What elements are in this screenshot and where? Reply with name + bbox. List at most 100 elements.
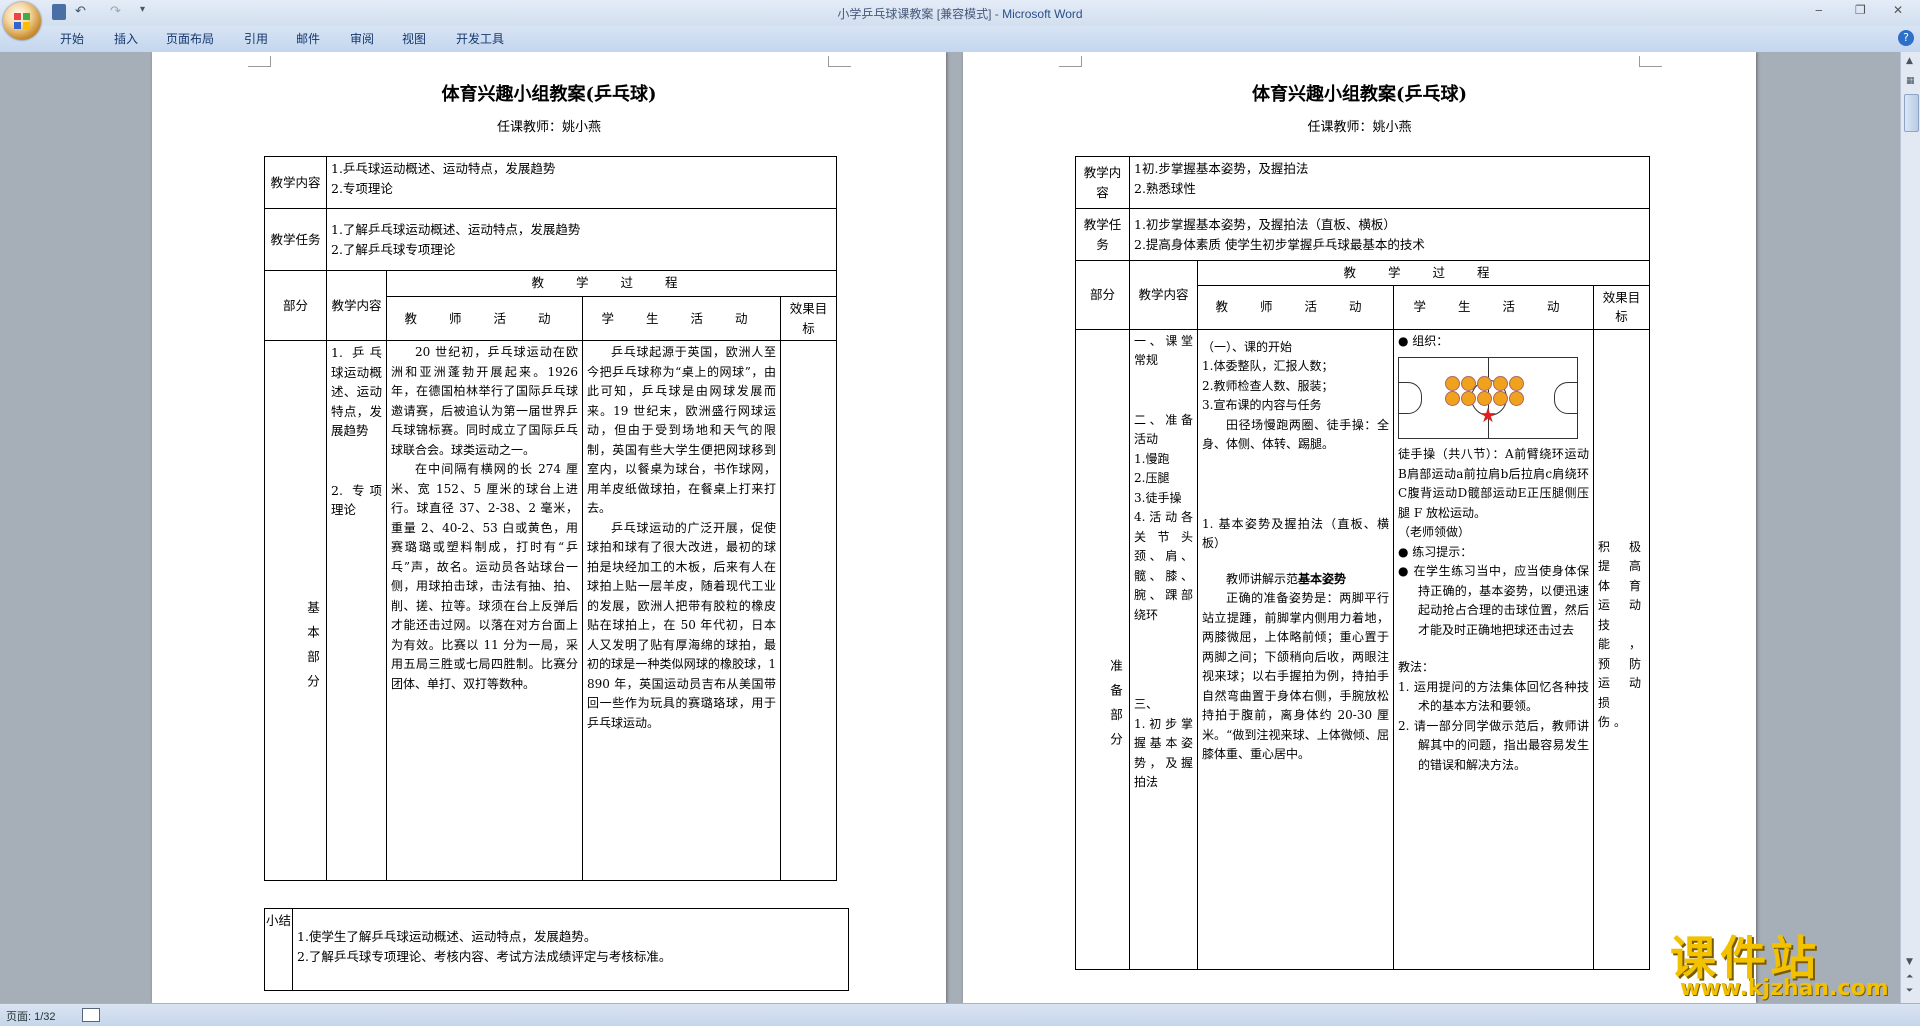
field-goal-area <box>1554 382 1578 414</box>
content-line: 1.乒乓球运动概述、运动特点，发展趋势 <box>331 161 556 176</box>
student-line: 1. 运用提问的方法集体回忆各种技术的基本方法和要领。 <box>1398 679 1589 714</box>
teacher-activity-header: 教 师 活 动 <box>386 296 583 341</box>
proofing-icon[interactable] <box>82 1008 100 1022</box>
content-label: 教学内容 <box>1075 156 1130 209</box>
teacher-line: 2.教师检查人数、服装； <box>1202 378 1334 393</box>
teacher-star-icon: ★ <box>1479 403 1497 427</box>
ruler-toggle-icon[interactable]: ▦ <box>1906 76 1915 86</box>
part-header: 部分 <box>264 270 327 341</box>
task-cell: 1.了解乒乓球运动概述、运动特点，发展趋势 2.了解乒乓球专项理论 <box>326 208 837 271</box>
student-line-text: 在学生练习当中，应当使身体保持正确的，基本姿势，以便迅速起动抢占合理的击球位置，… <box>1413 564 1589 637</box>
document-title: 小学乒乓球课教案 [兼容模式] - <box>837 7 1003 21</box>
student-ball-icon <box>1461 376 1476 391</box>
part-header: 部分 <box>1075 260 1130 330</box>
teacher-line: 田径场慢跑两圈、徒手操：全身、体侧、体转、踢腿。 <box>1202 417 1389 452</box>
ribbon-tabs: 开始 插入 页面布局 引用 邮件 审阅 视图 开发工具 ? <box>0 26 1920 53</box>
content-cell: 1.乒乓球运动概述、运动特点，发展趋势 2.专项理论 <box>326 156 837 209</box>
help-icon[interactable]: ? <box>1898 30 1914 46</box>
process-header-text: 教 学 过 程 <box>1343 265 1504 280</box>
content-cell: 1初.步掌握基本姿势，及握拍法 2.熟悉球性 <box>1129 156 1650 209</box>
content-item: 2. 专项理论 <box>331 482 382 518</box>
teacher-line-text: 教师讲解示范 <box>1226 571 1299 586</box>
content-line: 2.熟悉球性 <box>1134 180 1196 196</box>
effect-cell: 积极提高体育运动技能，预防运动损伤。 <box>1593 328 1650 970</box>
teacher-line: 1. 基本姿势及握拍法（直板、横板） <box>1202 516 1389 551</box>
content-item: 1.初步掌握基本姿势，及握拍法 <box>1134 716 1193 790</box>
summary-line: 2.了解乒乓球专项理论、考核内容、考试方法成绩评定与考核标准。 <box>297 948 672 964</box>
content-item: 三、 <box>1134 697 1159 711</box>
teacher-line: 教师讲解示范基本姿势 <box>1202 570 1389 590</box>
page-title: 体育兴趣小组教案(乒乓球) <box>1251 84 1468 105</box>
lesson-plan-table: 教学内容 1.乒乓球运动概述、运动特点，发展趋势 2.专项理论 教学任务 1.了… <box>264 156 837 881</box>
minimize-icon[interactable]: ‒ <box>1815 3 1823 17</box>
tab-view[interactable]: 视图 <box>402 30 426 47</box>
margin-corner <box>1059 56 1082 67</box>
summary-label: 小结 <box>264 908 293 991</box>
student-paragraph: 乒乓球运动的广泛开展，促使球拍和球有了很大改进，最初的球拍是块经加工的木板，后来… <box>587 520 776 730</box>
next-page-icon[interactable]: ⏷ <box>1906 986 1913 996</box>
tab-developer[interactable]: 开发工具 <box>456 30 504 47</box>
student-activity-header-text: 学 生 活 动 <box>1413 299 1574 315</box>
task-line: 2.了解乒乓球专项理论 <box>331 241 456 257</box>
student-line: 教法： <box>1398 660 1435 674</box>
teacher-activity-header: 教 师 活 动 <box>1197 284 1394 330</box>
student-ball-icon <box>1445 391 1460 406</box>
lesson-plan-table: 教学内容 1初.步掌握基本姿势，及握拍法 2.熟悉球性 教学任务 1.初步掌握基… <box>1075 156 1650 970</box>
teacher-name: 任课教师：姚小燕 <box>1307 120 1412 135</box>
process-header: 教 学 过 程 <box>386 270 837 297</box>
student-line-text: 组织： <box>1412 333 1449 348</box>
content-items: 一、课堂常规 二、准备活动 1.慢跑 2.压腿 3.徒手操 4.活动各关节头颈、… <box>1129 328 1198 970</box>
vertical-scrollbar[interactable]: ▲ ▦ ▼ ⏶ ⏷ <box>1900 52 1920 1003</box>
teacher-paragraph: 20 世纪初，乒乓球运动在欧洲和亚洲蓬勃开展起来。1926 年，在德国柏林举行了… <box>391 345 578 457</box>
office-button[interactable] <box>3 2 41 40</box>
student-activity-header: 学 生 活 动 <box>582 296 781 341</box>
teacher-line: 正确的准备姿势是：两脚平行站立提踵，前脚掌内侧用力着地，两膝微屈，上体略前倾；重… <box>1202 591 1389 761</box>
student-line: ● 练习提示： <box>1398 544 1473 559</box>
scroll-thumb[interactable] <box>1904 94 1919 132</box>
page-title: 体育兴趣小组教案(乒乓球) <box>441 84 657 105</box>
content-items: 1. 乒乓球运动概述、运动特点，发展趋势 2. 专项理论 <box>326 340 387 881</box>
prev-page-icon[interactable]: ⏶ <box>1906 972 1913 982</box>
student-line: 2. 请一部分同学做示范后，教师讲解其中的问题，指出最容易发生的错误和解决方法。 <box>1398 718 1589 772</box>
page-2: 体育兴趣小组教案(乒乓球) 任课教师：姚小燕 教学内容 1初.步掌握基本姿势，及… <box>963 52 1756 1003</box>
teacher-line: 1.体委整队，汇报人数； <box>1202 359 1334 373</box>
teacher-activity-header-text: 教 师 活 动 <box>404 310 565 326</box>
teacher-activity-header-text: 教 师 活 动 <box>1215 299 1376 315</box>
student-line: ● 在学生练习当中，应当使身体保持正确的，基本姿势，以便迅速起动抢占合理的击球位… <box>1398 564 1589 637</box>
office-logo-icon <box>14 13 30 29</box>
summary-table: 小结 1.使学生了解乒乓球运动概述、运动特点，发展趋势。 2.了解乒乓球专项理论… <box>264 908 849 991</box>
close-icon[interactable]: ✕ <box>1893 3 1903 17</box>
window-title: 小学乒乓球课教案 [兼容模式] - Microsoft Word <box>0 5 1920 22</box>
tab-review[interactable]: 审阅 <box>350 30 374 47</box>
part-name: 基本部分 <box>264 340 327 881</box>
document-area[interactable]: 体育兴趣小组教案(乒乓球) 任课教师：姚小燕 教学内容 1.乒乓球运动概述、运动… <box>0 52 1900 1003</box>
scroll-down-icon[interactable]: ▼ <box>1906 957 1913 967</box>
content-item: 1.慢跑 <box>1134 451 1170 466</box>
content-line: 1初.步掌握基本姿势，及握拍法 <box>1134 161 1309 176</box>
content-line: 2.专项理论 <box>331 180 393 196</box>
page-indicator[interactable]: 页面: 1/32 <box>6 1008 56 1024</box>
student-activity: ● 组织： ★ 徒手操（共八节）：A前臂绕环运动B肩部运动a前拉肩b后拉肩c肩绕… <box>1393 328 1594 970</box>
scroll-up-icon[interactable]: ▲ <box>1906 56 1913 66</box>
field-goal-area <box>1398 382 1422 414</box>
field-diagram: ★ <box>1398 357 1578 439</box>
process-header: 教 学 过 程 <box>1197 260 1650 286</box>
tab-page-layout[interactable]: 页面布局 <box>166 30 214 47</box>
content-label: 教学内容 <box>264 156 327 209</box>
tab-mailings[interactable]: 邮件 <box>296 30 320 47</box>
tab-home[interactable]: 开始 <box>60 30 84 47</box>
tab-references[interactable]: 引用 <box>244 30 268 47</box>
content-item: 2.压腿 <box>1134 471 1170 485</box>
student-ball-icon <box>1493 376 1508 391</box>
restore-icon[interactable]: ❐ <box>1855 3 1866 17</box>
teach-content-header: 教学内容 <box>326 270 387 341</box>
watermark-url: www.kjzhan.com <box>1680 976 1889 1001</box>
summary-cell: 1.使学生了解乒乓球运动概述、运动特点，发展趋势。 2.了解乒乓球专项理论、考核… <box>292 908 849 991</box>
teacher-paragraph: 在中间隔有横网的长 274 厘米、宽 152、5 厘米的球台上进行。球直径 37… <box>391 462 578 691</box>
task-label: 教学任务 <box>264 208 327 271</box>
student-ball-icon <box>1477 376 1492 391</box>
student-activity-header: 学 生 活 动 <box>1393 284 1594 330</box>
tab-insert[interactable]: 插入 <box>114 30 138 47</box>
teacher-activity: （一）、课的开始 1.体委整队，汇报人数； 2.教师检查人数、服装； 3.宣布课… <box>1197 328 1394 970</box>
content-item: 二、准备活动 <box>1134 412 1193 447</box>
